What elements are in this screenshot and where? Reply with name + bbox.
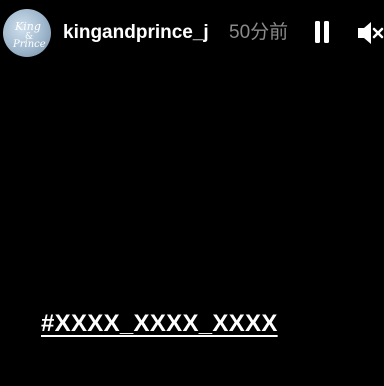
speaker-muted-icon — [358, 22, 384, 44]
avatar[interactable]: King & Prince — [3, 9, 51, 57]
mute-button[interactable] — [354, 18, 384, 48]
pause-button[interactable] — [308, 18, 336, 48]
post-timestamp: 50分前 — [229, 22, 289, 43]
hashtag-link[interactable]: #XXXX_XXXX_XXXX — [41, 308, 278, 340]
story-header: King & Prince kingandprince_j 50分前 — [0, 0, 384, 66]
svg-text:Prince: Prince — [12, 39, 46, 50]
pause-icon — [315, 21, 329, 43]
username[interactable]: kingandprince_j — [63, 20, 209, 46]
avatar-logo: King & Prince — [12, 20, 46, 50]
